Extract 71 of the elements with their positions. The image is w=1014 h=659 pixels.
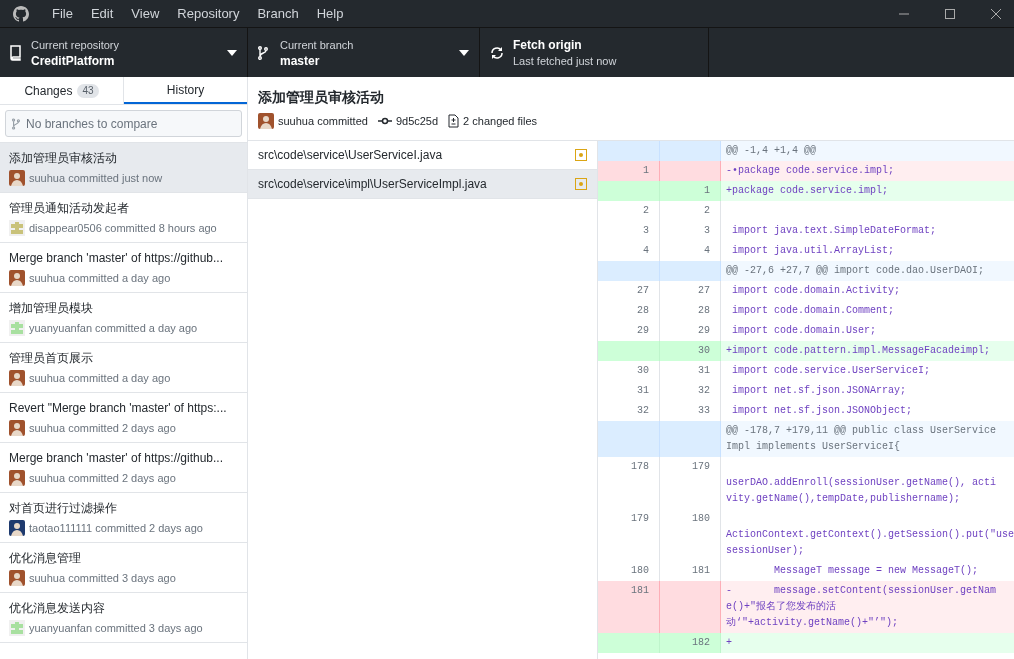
commit-title: 管理员通知活动发起者 bbox=[9, 200, 129, 217]
gutter-cell bbox=[660, 161, 721, 181]
menu-item[interactable]: File bbox=[43, 3, 82, 24]
github-logo-icon bbox=[13, 5, 29, 22]
line-number: 181 bbox=[598, 581, 660, 633]
branch-icon bbox=[12, 118, 20, 130]
maximize-icon[interactable] bbox=[945, 8, 955, 19]
commit-sha: 9d5c25d bbox=[395, 114, 439, 129]
branch-name: master bbox=[280, 52, 321, 69]
commit-title: Revert "Merge branch 'master' of https:... bbox=[9, 400, 227, 417]
caret-icon bbox=[459, 49, 469, 56]
commit-meta: taotao111111 committed 2 days ago bbox=[29, 521, 203, 536]
hunk-header: @@ -1,4 +1,4 @@ bbox=[721, 141, 1014, 161]
commit-heading: 添加管理员审核活动 bbox=[258, 88, 385, 107]
commit-title: 添加管理员审核活动 bbox=[9, 150, 117, 167]
gutter-cell bbox=[660, 421, 721, 457]
fetch-status: Last fetched just now bbox=[513, 53, 618, 69]
file-list-item[interactable]: src\code\service\impl\UserServiceImpl.java bbox=[248, 170, 597, 199]
repository-selector[interactable]: Current repository CreditPlatform bbox=[0, 28, 248, 77]
close-icon[interactable] bbox=[991, 8, 1001, 19]
tab[interactable]: History bbox=[124, 77, 247, 104]
commit-author: suuhua committed bbox=[278, 114, 368, 129]
line-number: 1 bbox=[598, 161, 660, 181]
commit-title: Merge branch 'master' of https://github... bbox=[9, 250, 224, 267]
commit-title: 管理员首页展示 bbox=[9, 350, 93, 367]
compare-branch-field[interactable]: No branches to compare bbox=[5, 110, 242, 137]
changed-files-count: 2 changed files bbox=[463, 114, 538, 129]
commit-title: Merge branch 'master' of https://github... bbox=[9, 450, 224, 467]
fetch-title: Fetch origin bbox=[513, 36, 583, 53]
commit-meta: suuhua committed 2 days ago bbox=[29, 471, 176, 486]
repository-icon bbox=[10, 44, 22, 61]
menu-item[interactable]: View bbox=[122, 3, 169, 24]
line-number: 30 bbox=[660, 341, 721, 361]
commit-meta: yuanyuanfan committed 3 days ago bbox=[29, 621, 203, 636]
hunk-header: @@ -178,7 +179,11 @@ public class UserService Impl implements UserServiceI{ bbox=[721, 421, 1014, 457]
commit-meta: suuhua committed 3 days ago bbox=[29, 571, 176, 586]
menu-item[interactable]: Repository bbox=[168, 3, 249, 24]
fetch-origin-button[interactable]: Fetch origin Last fetched just now bbox=[480, 28, 709, 77]
commit-title: 增加管理员模块 bbox=[9, 300, 93, 317]
repository-label: Current repository bbox=[31, 37, 121, 53]
menu-item[interactable]: Help bbox=[307, 3, 353, 24]
commit-title: 对首页进行过滤操作 bbox=[9, 500, 117, 517]
hunk-header: @@ -27,6 +27,7 @@ import code.dao.UserDAOI; bbox=[721, 261, 1014, 281]
sync-icon bbox=[490, 45, 504, 60]
caret-icon bbox=[227, 49, 237, 56]
line-number: 1 bbox=[660, 181, 721, 201]
commit-title: 优化消息管理 bbox=[9, 550, 81, 567]
commit-meta: suuhua committed a day ago bbox=[29, 271, 171, 286]
file-path: src\code\service\UserServiceI.java bbox=[258, 147, 444, 164]
tab[interactable]: Changes 43 bbox=[0, 77, 124, 104]
file-path: src\code\service\impl\UserServiceImpl.java bbox=[258, 176, 488, 193]
commit-title: 优化消息发送内容 bbox=[9, 600, 105, 617]
commit-meta: disappear0506 committed 8 hours ago bbox=[29, 221, 217, 236]
branch-label: Current branch bbox=[280, 37, 355, 53]
commit-meta: yuanyuanfan committed a day ago bbox=[29, 321, 198, 336]
commit-meta: suuhua committed 2 days ago bbox=[29, 421, 176, 436]
commit-meta: suuhua committed a day ago bbox=[29, 371, 171, 386]
line-number: 182 bbox=[660, 633, 721, 653]
gutter-cell bbox=[660, 581, 721, 633]
repository-name: CreditPlatform bbox=[31, 52, 116, 69]
branch-selector[interactable]: Current branch master bbox=[248, 28, 480, 77]
gutter-cell bbox=[660, 141, 721, 161]
menu-item[interactable]: Edit bbox=[81, 3, 123, 24]
gutter-cell bbox=[660, 261, 721, 281]
commit-meta: suuhua committed just now bbox=[29, 171, 163, 186]
commit-icon bbox=[377, 117, 392, 126]
branch-icon bbox=[258, 45, 268, 60]
count-badge: 43 bbox=[77, 83, 99, 98]
file-diff-icon bbox=[448, 114, 460, 129]
menu-item[interactable]: Branch bbox=[248, 3, 308, 24]
commit-list-item[interactable]: 添加管理员审核活动 suuhua committed just now bbox=[0, 143, 247, 193]
